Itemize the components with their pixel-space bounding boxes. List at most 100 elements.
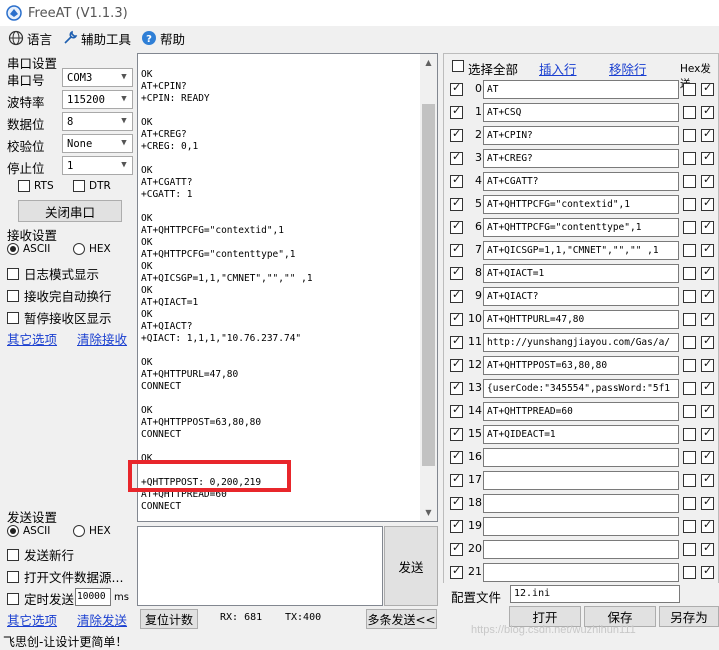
command-hex-checkbox[interactable] (683, 244, 696, 257)
command-send-checkbox[interactable] (701, 265, 714, 280)
command-hex-checkbox[interactable] (683, 428, 696, 441)
command-hex-checkbox[interactable] (683, 221, 696, 234)
insert-row-link[interactable]: 插入行 (539, 59, 577, 78)
command-send-checkbox[interactable] (701, 357, 714, 372)
command-hex-checkbox[interactable] (683, 83, 696, 96)
command-hex-checkbox[interactable] (683, 313, 696, 326)
receive-textarea[interactable]: OK AT+CPIN? +CPIN: READY OK AT+CREG? +CREG: 0… (137, 53, 438, 522)
stopbits-select[interactable]: 1 ▼ (62, 156, 133, 175)
command-input[interactable] (483, 494, 679, 513)
command-hex-checkbox[interactable] (683, 129, 696, 142)
command-hex-checkbox[interactable] (683, 474, 696, 487)
command-input[interactable]: AT+CREG? (483, 149, 679, 168)
interval-input[interactable]: 10000 (75, 588, 111, 606)
databits-select[interactable]: 8 ▼ (62, 112, 133, 131)
command-send-checkbox[interactable] (701, 242, 714, 257)
command-hex-checkbox[interactable] (683, 543, 696, 556)
send-textarea[interactable] (137, 526, 383, 606)
command-hex-checkbox[interactable] (683, 382, 696, 395)
command-hex-checkbox[interactable] (683, 175, 696, 188)
close-port-button[interactable]: 关闭串口 (18, 200, 122, 222)
command-enable-checkbox[interactable] (450, 426, 463, 441)
send-newline-checkbox[interactable]: 发送新行 (7, 545, 74, 564)
command-input[interactable]: AT+QICSGP=1,1,"CMNET","","" ,1 (483, 241, 679, 260)
receive-ascii-radio[interactable]: ASCII (7, 243, 50, 255)
command-send-checkbox[interactable] (701, 127, 714, 142)
clear-receive-link[interactable]: 清除接收 (77, 329, 127, 348)
command-hex-checkbox[interactable] (683, 106, 696, 119)
command-enable-checkbox[interactable] (450, 311, 463, 326)
pause-display-checkbox[interactable]: 暂停接收区显示 (7, 308, 112, 327)
command-input[interactable]: AT+CPIN? (483, 126, 679, 145)
command-send-checkbox[interactable] (701, 449, 714, 464)
command-enable-checkbox[interactable] (450, 104, 463, 119)
command-hex-checkbox[interactable] (683, 290, 696, 303)
scroll-up-icon[interactable]: ▲ (420, 54, 437, 71)
scroll-thumb[interactable] (422, 104, 435, 466)
command-enable-checkbox[interactable] (450, 495, 463, 510)
command-enable-checkbox[interactable] (450, 81, 463, 96)
parity-select[interactable]: None ▼ (62, 134, 133, 153)
config-file-input[interactable]: 12.ini (510, 585, 680, 603)
command-enable-checkbox[interactable] (450, 127, 463, 142)
command-input[interactable]: AT+QIACT=1 (483, 264, 679, 283)
command-enable-checkbox[interactable] (450, 196, 463, 211)
command-input[interactable]: AT+CGATT? (483, 172, 679, 191)
command-enable-checkbox[interactable] (450, 334, 463, 349)
timed-send-checkbox[interactable]: 定时发送 (7, 589, 74, 608)
command-input[interactable]: AT+QHTTPURL=47,80 (483, 310, 679, 329)
command-send-checkbox[interactable] (701, 150, 714, 165)
save-as-config-button[interactable]: 另存为 (659, 606, 719, 627)
command-input[interactable]: AT+QHTTPPOST=63,80,80 (483, 356, 679, 375)
command-enable-checkbox[interactable] (450, 357, 463, 372)
command-send-checkbox[interactable] (701, 219, 714, 234)
receive-hex-radio[interactable]: HEX (73, 243, 111, 255)
command-send-checkbox[interactable] (701, 426, 714, 441)
command-enable-checkbox[interactable] (450, 564, 463, 579)
command-send-checkbox[interactable] (701, 518, 714, 533)
send-hex-radio[interactable]: HEX (73, 525, 111, 537)
receive-scrollbar[interactable]: ▲ ▼ (420, 54, 437, 521)
receive-other-options-link[interactable]: 其它选项 (7, 329, 57, 348)
command-hex-checkbox[interactable] (683, 336, 696, 349)
scroll-down-icon[interactable]: ▼ (420, 504, 437, 521)
command-send-checkbox[interactable] (701, 495, 714, 510)
command-hex-checkbox[interactable] (683, 497, 696, 510)
command-send-checkbox[interactable] (701, 564, 714, 579)
command-enable-checkbox[interactable] (450, 403, 463, 418)
delete-row-link[interactable]: 移除行 (609, 59, 647, 78)
command-input[interactable]: {userCode:"345554",passWord:"5f1 (483, 379, 679, 398)
command-hex-checkbox[interactable] (683, 267, 696, 280)
auto-wrap-checkbox[interactable]: 接收完自动换行 (7, 286, 112, 305)
select-all-checkbox[interactable] (452, 60, 464, 72)
command-send-checkbox[interactable] (701, 173, 714, 188)
command-send-checkbox[interactable] (701, 380, 714, 395)
dtr-checkbox[interactable]: DTR (73, 180, 111, 192)
command-input[interactable]: AT+QIDEACT=1 (483, 425, 679, 444)
command-input[interactable]: AT+QIACT? (483, 287, 679, 306)
command-hex-checkbox[interactable] (683, 152, 696, 165)
command-enable-checkbox[interactable] (450, 242, 463, 257)
command-enable-checkbox[interactable] (450, 380, 463, 395)
command-send-checkbox[interactable] (701, 196, 714, 211)
command-send-checkbox[interactable] (701, 311, 714, 326)
command-input[interactable] (483, 448, 679, 467)
command-enable-checkbox[interactable] (450, 265, 463, 280)
command-enable-checkbox[interactable] (450, 472, 463, 487)
send-other-options-link[interactable]: 其它选项 (7, 610, 57, 629)
command-input[interactable] (483, 471, 679, 490)
command-enable-checkbox[interactable] (450, 219, 463, 234)
command-input[interactable] (483, 563, 679, 582)
command-input[interactable]: AT+CSQ (483, 103, 679, 122)
command-send-checkbox[interactable] (701, 334, 714, 349)
multi-send-button[interactable]: 多条发送<< (366, 609, 437, 629)
menu-tools[interactable]: 辅助工具 (62, 29, 131, 48)
command-input[interactable]: AT (483, 80, 679, 99)
command-send-checkbox[interactable] (701, 403, 714, 418)
menu-language[interactable]: 语言 (8, 29, 52, 48)
command-enable-checkbox[interactable] (450, 173, 463, 188)
command-enable-checkbox[interactable] (450, 518, 463, 533)
reset-count-button[interactable]: 复位计数 (140, 609, 198, 629)
command-send-checkbox[interactable] (701, 81, 714, 96)
command-input[interactable]: AT+QHTTPCFG="contenttype",1 (483, 218, 679, 237)
